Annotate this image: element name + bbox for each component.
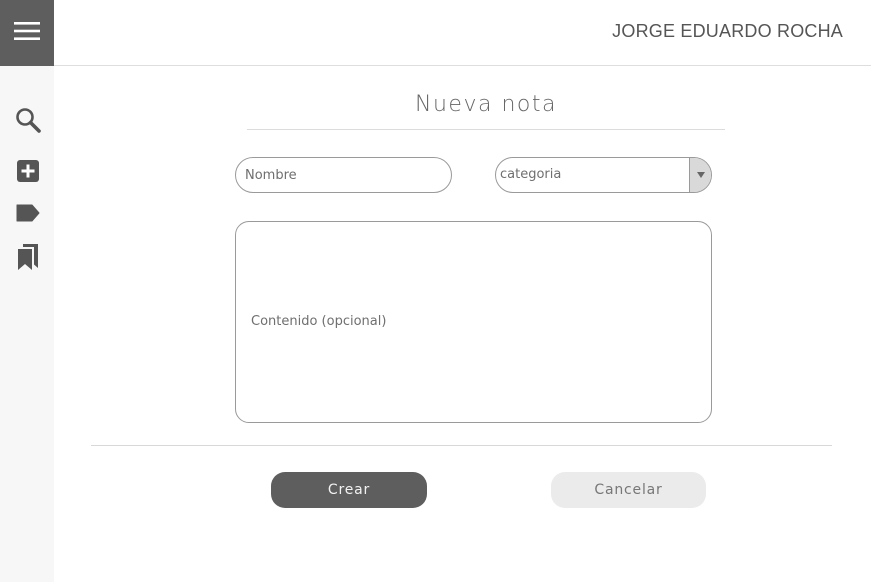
hamburger-icon	[14, 21, 40, 45]
content-textarea[interactable]: Contenido (opcional)	[235, 221, 712, 423]
sidebar	[0, 0, 54, 582]
cancel-button[interactable]: Cancelar	[551, 472, 706, 508]
search-icon[interactable]	[14, 106, 42, 134]
user-name[interactable]: JORGE EDUARDO ROCHA	[612, 21, 843, 42]
menu-button[interactable]	[0, 0, 54, 66]
add-note-icon[interactable]	[14, 157, 42, 185]
bookmarks-icon[interactable]	[14, 243, 42, 271]
content-placeholder: Contenido (opcional)	[251, 314, 387, 329]
form-divider	[91, 445, 832, 446]
page-title: Nueva nota	[415, 92, 557, 117]
category-select[interactable]: categoria	[495, 157, 712, 193]
name-input[interactable]	[235, 157, 452, 193]
tag-icon[interactable]	[14, 199, 42, 227]
category-selected-value: categoria	[500, 167, 562, 182]
create-button[interactable]: Crear	[271, 472, 427, 508]
title-divider	[247, 129, 725, 130]
top-bar: JORGE EDUARDO ROCHA	[54, 0, 871, 66]
chevron-down-icon[interactable]	[689, 158, 711, 192]
